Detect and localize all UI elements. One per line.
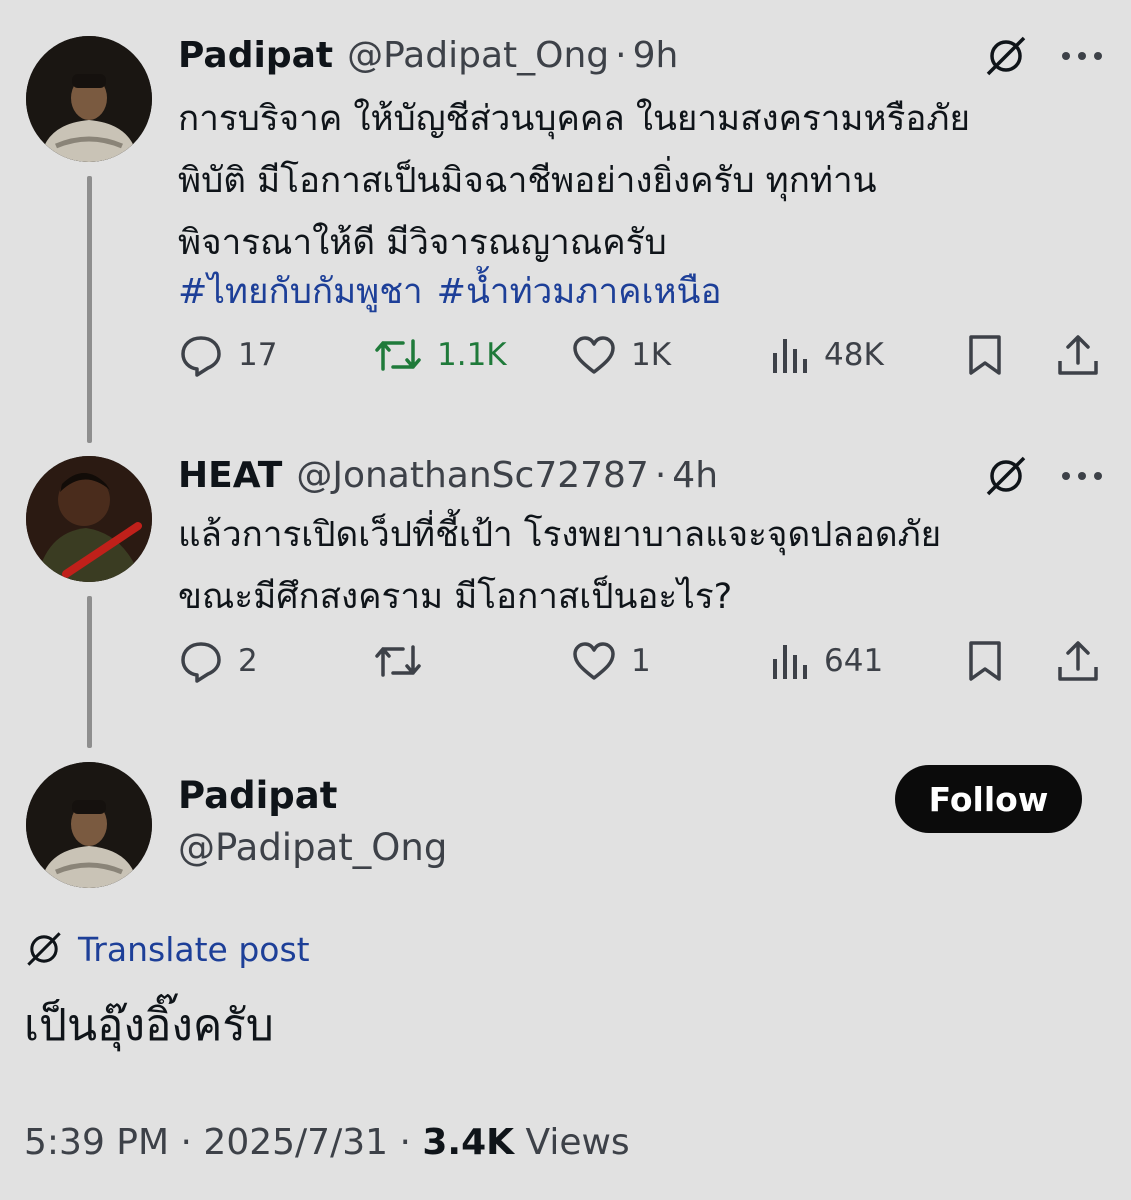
translate-label: Translate post [78, 929, 310, 969]
views-icon [773, 339, 807, 373]
reply-icon [181, 642, 221, 683]
like-count: 1K [631, 337, 672, 373]
share-button[interactable] [1056, 330, 1100, 380]
post-date[interactable]: 2025/7/31 [203, 1122, 388, 1163]
like-count: 1 [631, 643, 651, 679]
post-meta: 5:39 PM · 2025/7/31 · 3.4K Views [24, 1122, 630, 1163]
avatar[interactable] [26, 762, 152, 888]
bookmark-icon [969, 335, 1001, 375]
views-button[interactable]: 641 [770, 636, 883, 686]
follow-button[interactable]: Follow [895, 765, 1082, 833]
reply-icon [181, 336, 221, 377]
tweet-text: การบริจาค ให้บัญชีส่วนบุคคล ในยามสงครามห… [178, 99, 970, 263]
reply-count: 2 [238, 643, 258, 679]
separator: · [180, 1122, 192, 1163]
author-handle[interactable]: @Padipat_Ong [178, 826, 447, 869]
timestamp[interactable]: 4h [672, 455, 718, 496]
author-name[interactable]: HEAT [178, 455, 282, 496]
views-count[interactable]: 3.4K [422, 1122, 514, 1163]
repost-button[interactable]: 1.1K [373, 330, 507, 380]
repost-icon [375, 339, 421, 371]
like-button[interactable]: 1K [571, 330, 671, 380]
share-button[interactable] [1056, 636, 1100, 686]
repost-button[interactable] [373, 636, 423, 686]
bookmark-button[interactable] [966, 330, 1004, 380]
views-icon [773, 645, 807, 679]
views-count: 641 [824, 643, 884, 679]
separator: · [654, 454, 667, 496]
views-count: 48K [824, 337, 884, 373]
reply-count: 17 [238, 337, 278, 373]
separator: · [399, 1122, 411, 1163]
action-bar: 2 1 641 [178, 636, 1103, 686]
tweet-text: แล้วการเปิดเว็ปที่ชี้เป้า โรงพยาบาลแจะจุ… [178, 515, 942, 617]
author-name[interactable]: Padipat [178, 774, 337, 817]
tweet-header: HEAT @JonathanSc72787 · 4h [178, 450, 718, 500]
thread-line [87, 176, 92, 443]
hashtags: #ไทยกับกัมพูชา #น้ำท่วมภาคเหนือ [178, 264, 736, 319]
timestamp[interactable]: 9h [633, 35, 679, 76]
translate-post-link[interactable]: Translate post [24, 925, 310, 973]
author-handle[interactable]: @Padipat_Ong [347, 35, 609, 76]
like-icon [573, 336, 615, 374]
grok-icon[interactable] [983, 454, 1029, 498]
views-button[interactable]: 48K [770, 330, 884, 380]
hashtag-link[interactable]: #ไทยกับกัมพูชา [178, 272, 423, 312]
like-button[interactable]: 1 [571, 636, 651, 686]
share-icon [1058, 335, 1098, 375]
avatar[interactable] [26, 456, 152, 582]
grok-icon [27, 932, 61, 966]
more-icon[interactable] [1060, 454, 1104, 498]
post-text: เป็นอุ๊งอิ๊งครับ [24, 1000, 274, 1051]
tweet-header: Padipat @Padipat_Ong · 9h [178, 30, 678, 80]
reply-button[interactable]: 2 [178, 636, 258, 686]
tweet: HEAT @JonathanSc72787 · 4h แล้วการเปิดเว… [178, 450, 1103, 700]
more-icon[interactable] [1060, 34, 1104, 78]
avatar[interactable] [26, 36, 152, 162]
tweet: Padipat @Padipat_Ong · 9h การบริจาค ให้บ… [178, 30, 1103, 390]
author-handle[interactable]: @JonathanSc72787 [296, 455, 649, 496]
hashtag-link[interactable]: #น้ำท่วมภาคเหนือ [437, 272, 722, 312]
share-icon [1058, 641, 1098, 681]
grok-icon[interactable] [983, 34, 1029, 78]
author-name[interactable]: Padipat [178, 35, 333, 76]
bookmark-icon [969, 641, 1001, 681]
action-bar: 17 1.1K 1K 48K [178, 330, 1103, 380]
repost-icon [375, 645, 421, 677]
repost-count: 1.1K [437, 337, 507, 373]
bookmark-button[interactable] [966, 636, 1004, 686]
thread-line [87, 596, 92, 748]
separator: · [615, 34, 627, 76]
views-label: Views [525, 1122, 630, 1163]
reply-button[interactable]: 17 [178, 330, 277, 380]
post-time[interactable]: 5:39 PM [24, 1122, 169, 1163]
like-icon [573, 642, 615, 680]
